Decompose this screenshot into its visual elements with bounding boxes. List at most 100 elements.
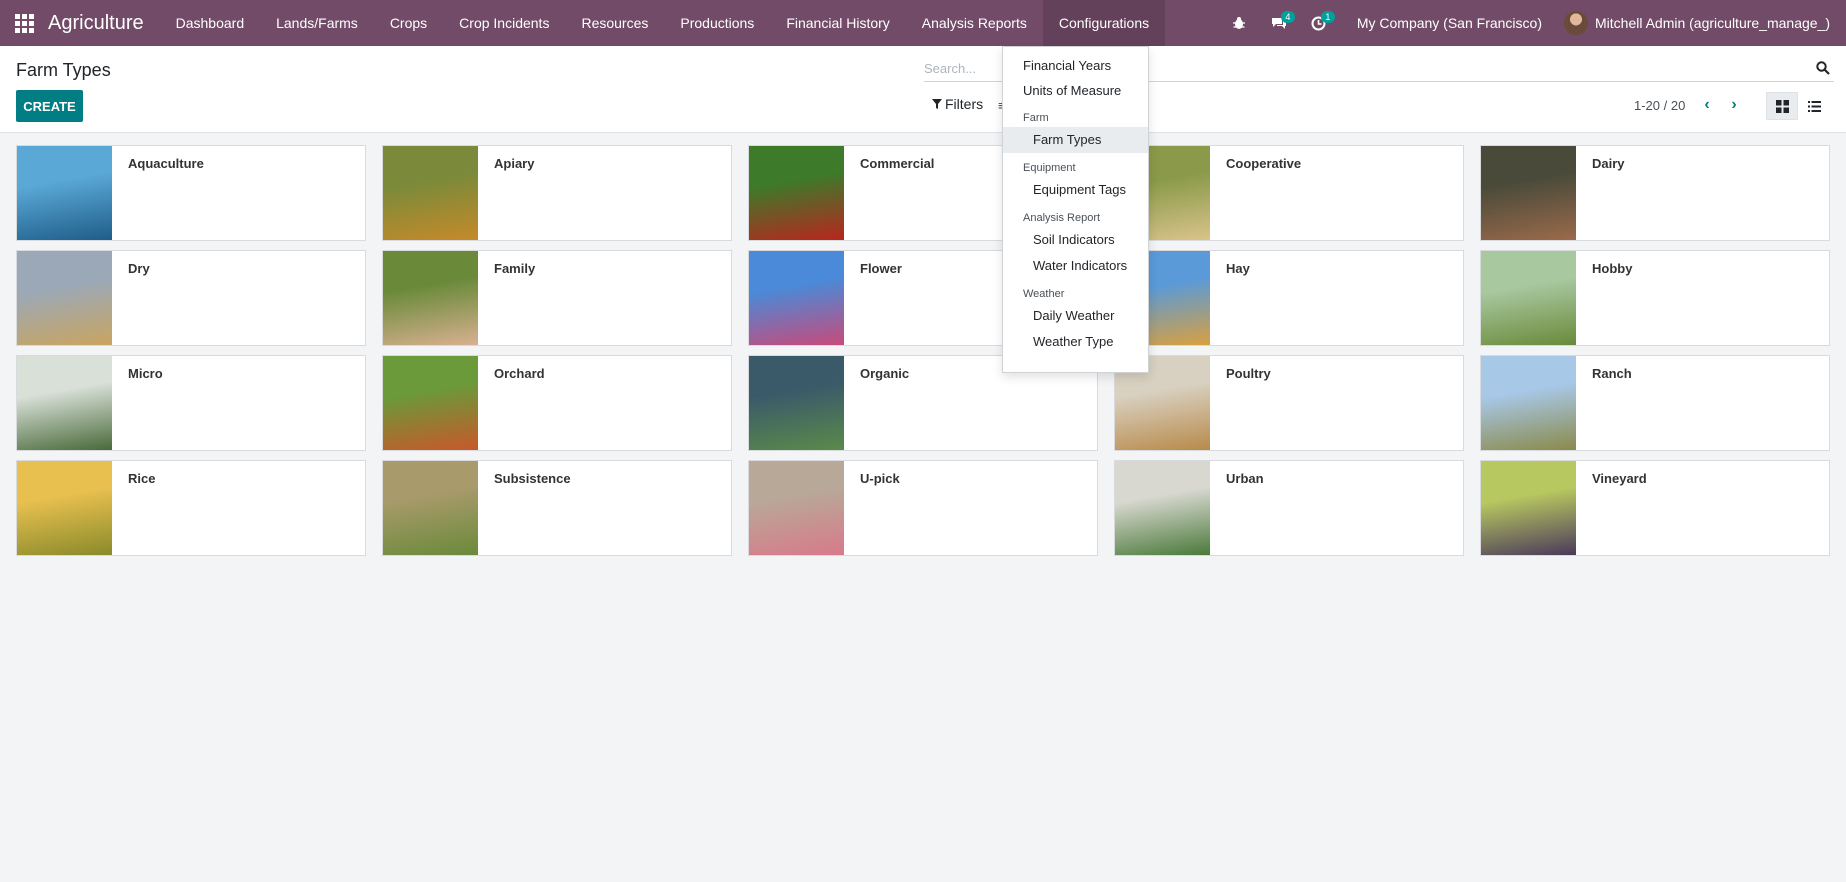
- main-menu: Dashboard Lands/Farms Crops Crop Inciden…: [160, 0, 1166, 46]
- kanban-card[interactable]: Hay: [1114, 250, 1464, 346]
- farm-type-image: [1481, 461, 1576, 555]
- menu-crop-incidents[interactable]: Crop Incidents: [443, 0, 565, 46]
- kanban-card[interactable]: Family: [382, 250, 732, 346]
- farm-type-image: [383, 356, 478, 450]
- filters-button[interactable]: Filters: [932, 96, 983, 112]
- menu-daily-weather[interactable]: Daily Weather: [1003, 303, 1148, 329]
- menu-farm-types[interactable]: Farm Types: [1003, 127, 1148, 153]
- menu-weather-type[interactable]: Weather Type: [1003, 329, 1148, 355]
- farm-type-image: [749, 251, 844, 345]
- menu-analysis-reports[interactable]: Analysis Reports: [906, 0, 1043, 46]
- kanban-card[interactable]: Vineyard: [1480, 460, 1830, 556]
- card-title: Micro: [128, 366, 163, 381]
- kanban-card[interactable]: Poultry: [1114, 355, 1464, 451]
- card-title: Cooperative: [1226, 156, 1302, 171]
- kanban-card[interactable]: Dairy: [1480, 145, 1830, 241]
- systray: 4 1 My Company (San Francisco) Mitchell …: [1219, 0, 1846, 46]
- filter-funnel-icon: [932, 99, 942, 109]
- farm-type-image: [749, 356, 844, 450]
- card-title: Flower: [860, 261, 902, 276]
- card-title: Dry: [128, 261, 150, 276]
- page-title: Farm Types: [16, 60, 111, 80]
- top-navbar: Agriculture Dashboard Lands/Farms Crops …: [0, 0, 1846, 46]
- card-title: Orchard: [494, 366, 545, 381]
- menu-financial-years[interactable]: Financial Years: [1003, 53, 1148, 78]
- control-panel: Farm Types CREATE Search... Filters ≡ 1-…: [0, 46, 1846, 133]
- kanban-card[interactable]: Micro: [16, 355, 366, 451]
- section-header-weather: Weather: [1023, 288, 1065, 300]
- pager-value[interactable]: 1-20 / 20: [1634, 98, 1685, 113]
- farm-type-image: [749, 461, 844, 555]
- apps-menu-icon[interactable]: [0, 0, 48, 46]
- menu-resources[interactable]: Resources: [565, 0, 664, 46]
- debug-bug-icon[interactable]: [1219, 0, 1259, 46]
- card-title: Subsistence: [494, 471, 571, 486]
- kanban-card[interactable]: Hobby: [1480, 250, 1830, 346]
- user-name: Mitchell Admin (agriculture_manage_): [1595, 15, 1830, 31]
- farm-type-image: [1481, 146, 1576, 240]
- kanban-card[interactable]: Subsistence: [382, 460, 732, 556]
- farm-type-image: [383, 146, 478, 240]
- kanban-card[interactable]: U-pick: [748, 460, 1098, 556]
- kanban-card[interactable]: Urban: [1114, 460, 1464, 556]
- farm-type-image: [383, 461, 478, 555]
- section-header-farm: Farm: [1023, 112, 1049, 124]
- kanban-card[interactable]: Ranch: [1480, 355, 1830, 451]
- company-switcher[interactable]: My Company (San Francisco): [1339, 0, 1560, 46]
- section-header-analysis-report: Analysis Report: [1023, 212, 1101, 224]
- kanban-card[interactable]: Rice: [16, 460, 366, 556]
- search-input[interactable]: Search...: [924, 61, 976, 76]
- kanban-card[interactable]: Cooperative: [1114, 145, 1464, 241]
- card-title: U-pick: [860, 471, 900, 486]
- menu-productions[interactable]: Productions: [664, 0, 770, 46]
- menu-crops[interactable]: Crops: [374, 0, 443, 46]
- kanban-card[interactable]: Dry: [16, 250, 366, 346]
- kanban-view-icon[interactable]: [1766, 92, 1798, 120]
- farm-type-image: [1481, 251, 1576, 345]
- card-title: Aquaculture: [128, 156, 204, 171]
- pager-next-icon[interactable]: ›: [1726, 96, 1742, 114]
- view-switcher: [1766, 92, 1830, 120]
- user-menu[interactable]: Mitchell Admin (agriculture_manage_): [1560, 11, 1846, 35]
- card-title: Family: [494, 261, 536, 276]
- farm-type-image: [17, 251, 112, 345]
- farm-type-image: [17, 146, 112, 240]
- farm-type-image: [1115, 461, 1210, 555]
- farm-type-image: [17, 461, 112, 555]
- app-brand[interactable]: Agriculture: [48, 0, 160, 46]
- menu-water-indicators[interactable]: Water Indicators: [1003, 253, 1148, 279]
- kanban-card[interactable]: Aquaculture: [16, 145, 366, 241]
- card-title: Hobby: [1592, 261, 1633, 276]
- activities-count-badge: 1: [1320, 11, 1335, 23]
- card-title: Urban: [1226, 471, 1264, 486]
- card-title: Dairy: [1592, 156, 1625, 171]
- menu-lands-farms[interactable]: Lands/Farms: [260, 0, 374, 46]
- create-button[interactable]: CREATE: [16, 90, 83, 122]
- farm-type-image: [383, 251, 478, 345]
- configurations-dropdown: Financial Years Units of Measure Farm Fa…: [1002, 46, 1149, 373]
- card-title: Ranch: [1592, 366, 1632, 381]
- card-title: Rice: [128, 471, 156, 486]
- kanban-card[interactable]: Apiary: [382, 145, 732, 241]
- menu-configurations[interactable]: Configurations: [1042, 0, 1166, 46]
- activities-clock-icon[interactable]: 1: [1299, 0, 1339, 46]
- menu-equipment-tags[interactable]: Equipment Tags: [1003, 177, 1148, 203]
- menu-financial-history[interactable]: Financial History: [770, 0, 905, 46]
- menu-soil-indicators[interactable]: Soil Indicators: [1003, 227, 1148, 253]
- card-title: Hay: [1226, 261, 1250, 276]
- pager-previous-icon[interactable]: ‹: [1699, 96, 1715, 114]
- menu-dashboard[interactable]: Dashboard: [160, 0, 261, 46]
- farm-type-image: [1481, 356, 1576, 450]
- card-title: Poultry: [1226, 366, 1271, 381]
- search-icon[interactable]: [1816, 61, 1830, 75]
- card-title: Commercial: [860, 156, 935, 171]
- user-avatar: [1564, 11, 1588, 35]
- menu-units-of-measure[interactable]: Units of Measure: [1003, 78, 1148, 103]
- messages-count-badge: 4: [1280, 11, 1295, 23]
- messages-chat-icon[interactable]: 4: [1259, 0, 1299, 46]
- farm-type-image: [17, 356, 112, 450]
- list-view-icon[interactable]: [1798, 92, 1830, 120]
- card-title: Organic: [860, 366, 910, 381]
- kanban-card[interactable]: Orchard: [382, 355, 732, 451]
- kanban-view: Aquaculture Apiary Commercial Cooperativ…: [16, 145, 1830, 556]
